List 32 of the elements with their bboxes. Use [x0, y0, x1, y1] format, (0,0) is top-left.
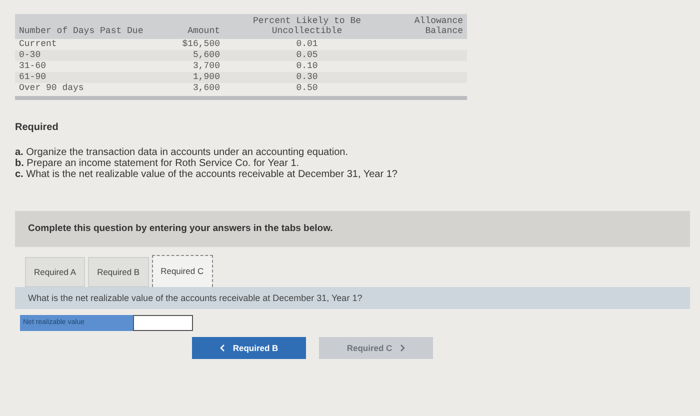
tab[interactable]: Required C	[152, 254, 213, 287]
question-bar: What is the net realizable value of the accounts receivable at December 31, Year 1?	[15, 286, 690, 309]
table-cell: 5,600	[192, 50, 220, 60]
instruction-banner: Complete this question by entering your answers in the tabs below.	[15, 210, 690, 247]
table-cell: 0.01	[296, 38, 318, 49]
table-cell: 1,900	[192, 72, 220, 82]
input-field[interactable]	[133, 314, 193, 331]
table-cell: 3,600	[192, 82, 220, 93]
table-cell: Current	[19, 38, 57, 49]
column-header: Allowance Balance	[390, 14, 467, 39]
table-cell: 0.30	[296, 72, 318, 82]
table-cell: 61-90	[19, 72, 46, 82]
table-cell: 3,700	[192, 60, 220, 71]
table-cell: 0.05	[296, 50, 318, 60]
table-cell: Over 90 days	[19, 82, 84, 93]
tab[interactable]: Required A	[25, 256, 86, 287]
table-cell: 0.10	[296, 60, 318, 71]
tab[interactable]: Required B	[88, 256, 149, 287]
chevron-icon	[220, 344, 225, 352]
chevron-icon	[400, 344, 406, 352]
previous-button[interactable]: Required B	[192, 336, 306, 359]
required-heading: Required	[15, 122, 60, 133]
table-cell: 31-60	[19, 60, 46, 71]
column-header: Amount	[158, 14, 224, 39]
requirement-text: a. Organize the transaction data in accounts under an accounting equation.	[15, 146, 350, 158]
column-header: Number of Days Past Due	[15, 14, 158, 39]
table-cell: 0.50	[296, 82, 318, 93]
requirement-text: b. Prepare an income statement for Roth Service Co. for Year 1.	[15, 158, 300, 169]
requirement-text: c. What is the net realizable value of the accounts receivable at December 31, Year 1?	[15, 168, 398, 180]
table-cell: 0-30	[19, 50, 41, 60]
table-cell: $16,500	[182, 38, 220, 49]
column-header: Percent Likely to Be Uncollectible	[224, 14, 390, 39]
